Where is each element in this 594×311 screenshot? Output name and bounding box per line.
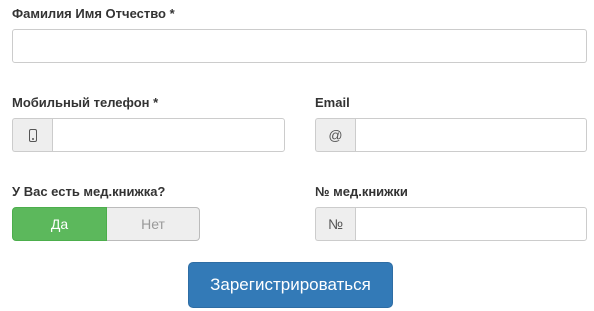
med-book-question: У Вас есть мед.книжка? xyxy=(12,184,166,199)
med-book-number-label: № мед.книжки xyxy=(315,184,408,199)
email-addon: @ xyxy=(315,118,355,152)
mobile-phone-icon xyxy=(28,128,37,142)
full-name-input[interactable] xyxy=(12,29,587,63)
phone-input[interactable] xyxy=(52,118,285,152)
phone-addon xyxy=(12,118,52,152)
email-label: Email xyxy=(315,95,350,110)
med-book-yes-toggle[interactable]: Да xyxy=(12,207,107,241)
med-book-no-toggle[interactable]: Нет xyxy=(107,207,200,241)
full-name-label: Фамилия Имя Отчество * xyxy=(12,6,175,21)
register-button[interactable]: Зарегистрироваться xyxy=(188,262,393,308)
med-book-number-addon: № xyxy=(315,207,355,241)
phone-label: Мобильный телефон * xyxy=(12,95,159,110)
email-input[interactable] xyxy=(355,118,587,152)
med-book-number-input[interactable] xyxy=(355,207,587,241)
